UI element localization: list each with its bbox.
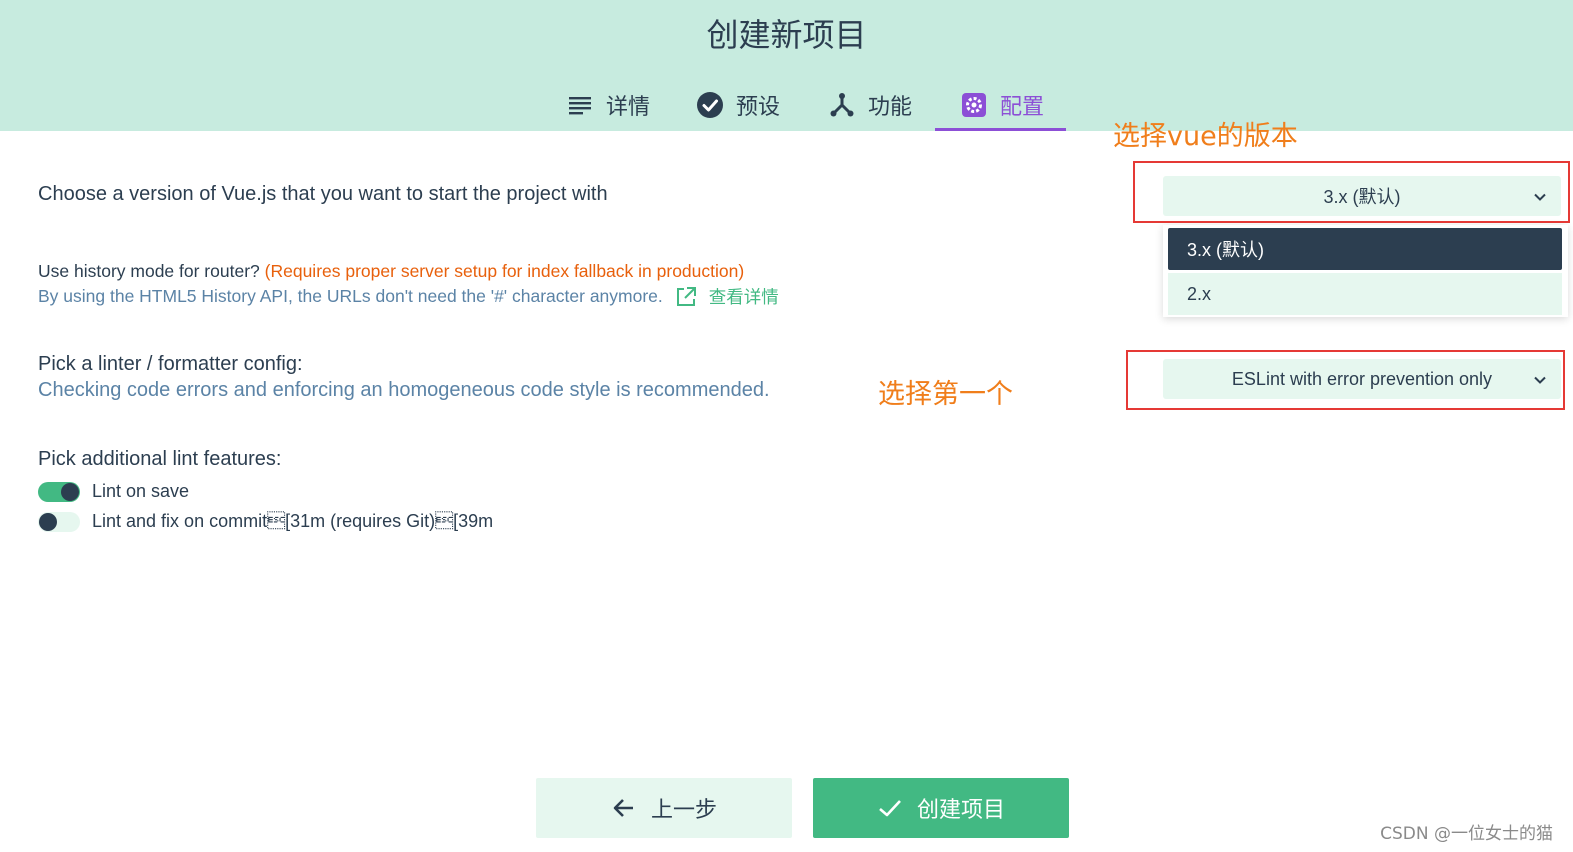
linter-description: Checking code errors and enforcing an ho… <box>38 379 770 401</box>
tab-label: 功能 <box>868 95 913 120</box>
linter-label: Pick a linter / formatter config: <box>38 353 303 375</box>
settings-icon <box>960 91 988 119</box>
linter-highlight-box <box>1126 350 1565 410</box>
tab-label: 配置 <box>1000 95 1045 120</box>
previous-step-button[interactable]: 上一步 <box>536 778 792 838</box>
tab-label: 详情 <box>606 95 651 120</box>
history-mode-warning: (Requires proper server setup for index … <box>264 261 745 281</box>
fork-icon <box>828 91 856 119</box>
vue-version-label: Choose a version of Vue.js that you want… <box>38 183 608 205</box>
lint-on-save-toggle[interactable] <box>38 482 80 502</box>
tab-features[interactable]: 功能 <box>824 80 916 130</box>
tab-label: 预设 <box>736 95 781 120</box>
vue-version-highlight-box <box>1133 161 1570 223</box>
external-link-icon[interactable] <box>675 286 697 308</box>
history-mode-question: Use history mode for router? <box>38 261 260 281</box>
check-circle-icon <box>696 91 724 119</box>
lint-on-save-label: Lint on save <box>92 481 190 501</box>
history-mode-description: By using the HTML5 History API, the URLs… <box>38 286 663 306</box>
history-mode-description-row: By using the HTML5 History API, the URLs… <box>38 284 779 309</box>
toggle-knob <box>61 483 79 501</box>
tab-configuration[interactable]: 配置 <box>956 80 1048 130</box>
more-info-link[interactable]: 查看详情 <box>709 284 779 309</box>
watermark: CSDN @一位女士的猫 <box>1380 824 1553 844</box>
dropdown-option-2x[interactable]: 2.x <box>1168 273 1562 315</box>
history-mode-label: Use history mode for router? (Requires p… <box>38 261 744 282</box>
arrow-left-icon <box>611 795 637 821</box>
dropdown-option-3x[interactable]: 3.x (默认) <box>1168 228 1562 270</box>
lint-features-label: Pick additional lint features: <box>38 448 282 470</box>
previous-step-label: 上一步 <box>650 798 717 823</box>
list-icon <box>566 91 594 119</box>
lint-on-commit-label: Lint and fix on commit[31m (requires Gi… <box>92 511 494 531</box>
header: 创建新项目 详情 预设 功能 配置 <box>0 0 1573 131</box>
create-project-label: 创建项目 <box>916 798 1005 823</box>
tab-details[interactable]: 详情 <box>562 80 654 130</box>
vue-version-annotation: 选择vue的版本 <box>1113 121 1298 152</box>
create-project-button[interactable]: 创建项目 <box>813 778 1069 838</box>
toggle-knob <box>39 513 57 531</box>
vue-version-dropdown: 3.x (默认) 2.x <box>1163 225 1568 317</box>
lint-on-commit-toggle[interactable] <box>38 512 80 532</box>
checkmark-icon <box>877 795 903 821</box>
active-tab-indicator <box>935 128 1066 131</box>
page-title: 创建新项目 <box>706 16 867 54</box>
tab-presets[interactable]: 预设 <box>692 80 784 130</box>
linter-annotation: 选择第一个 <box>878 379 1013 410</box>
